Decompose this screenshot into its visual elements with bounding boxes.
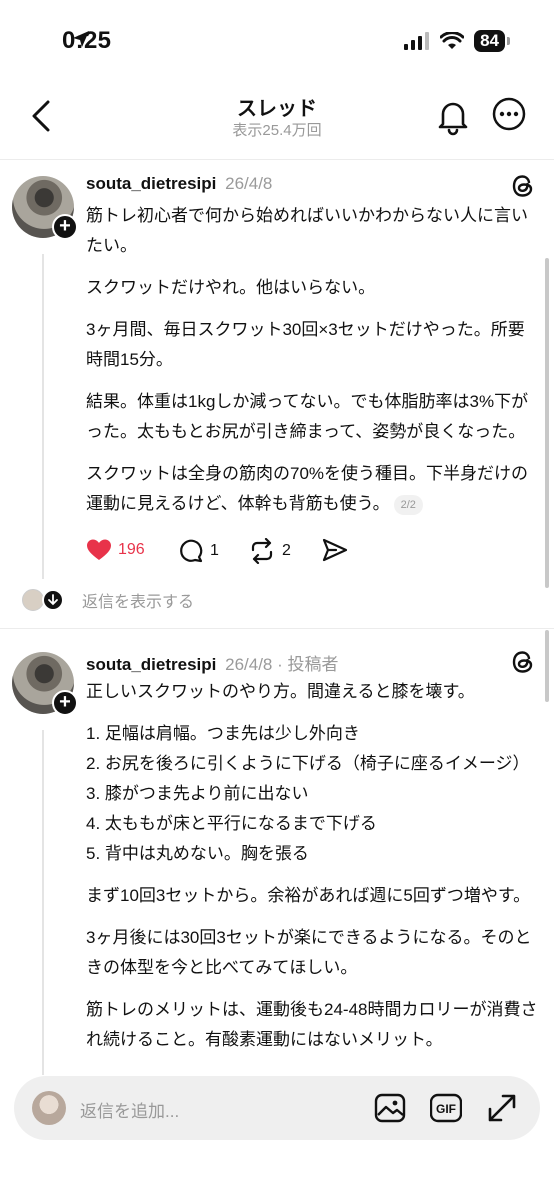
- divider: [0, 628, 554, 629]
- steps-list: 1. 足幅は肩幅。つま先は少し外向き 2. お尻を後ろに引くように下げる（椅子に…: [86, 719, 538, 869]
- avatar[interactable]: +: [12, 652, 78, 716]
- page-indicator-badge: 2/2: [393, 494, 423, 515]
- post-date: 26/4/8: [225, 655, 273, 674]
- post-paragraph-text: スクワットは全身の筋肉の70%を使う種目。下半身だけの運動に見えるけど、体幹も背…: [86, 464, 529, 513]
- status-icons: 84: [73, 30, 510, 52]
- repost-count: 2: [282, 542, 291, 559]
- post-paragraph-last: スクワットは全身の筋肉の70%を使う種目。下半身だけの運動に見えるけど、体幹も背…: [86, 459, 538, 519]
- share-button[interactable]: [322, 538, 348, 562]
- gif-icon[interactable]: GIF: [430, 1092, 462, 1124]
- signal-icon: [404, 32, 430, 50]
- battery-level: 84: [474, 30, 505, 52]
- comment-count: 1: [210, 542, 219, 559]
- post-header: souta_dietresipi 26/4/8: [86, 174, 272, 194]
- image-icon[interactable]: [374, 1092, 406, 1124]
- post-paragraph: スクワットだけやれ。他はいらない。: [86, 278, 376, 297]
- repost-icon: [251, 538, 273, 564]
- more-icon[interactable]: [492, 97, 526, 131]
- post-paragraph: 筋トレのメリットは、運動後も24-48時間カロリーが消費され続けること。有酸素運…: [86, 1000, 538, 1049]
- author-badge: · 投稿者: [277, 655, 339, 674]
- avatar[interactable]: +: [12, 176, 78, 240]
- reply-bar[interactable]: 返信を追加... GIF: [14, 1076, 540, 1140]
- reply-input[interactable]: 返信を追加...: [80, 1097, 179, 1122]
- bell-icon[interactable]: [433, 96, 473, 136]
- svg-text:GIF: GIF: [436, 1102, 456, 1116]
- expand-icon[interactable]: [486, 1092, 518, 1124]
- share-icon: [322, 538, 348, 562]
- avatar: [32, 1091, 66, 1125]
- like-count: 196: [118, 541, 145, 558]
- show-replies-label: 返信を表示する: [82, 594, 195, 611]
- thread-connector-line: [42, 730, 44, 1075]
- post-body: 筋トレ初心者で何から始めればいいかわからない人に言いたい。 スクワットだけやれ。…: [86, 201, 538, 519]
- list-item: 3. 膝がつま先より前に出ない: [86, 784, 309, 803]
- list-item: 4. 太ももが床と平行になるまで下げる: [86, 814, 377, 833]
- like-button[interactable]: 196: [86, 538, 145, 562]
- reply-avatar: [22, 589, 44, 611]
- show-replies[interactable]: 返信を表示する: [22, 588, 194, 612]
- post-actions: 196 1 2: [86, 538, 386, 568]
- comment-button[interactable]: 1: [178, 538, 219, 564]
- list-item: 2. お尻を後ろに引くように下げる（椅子に座るイメージ）: [86, 754, 530, 773]
- scrollbar[interactable]: [545, 258, 549, 588]
- heart-icon: [87, 539, 111, 560]
- threads-logo-icon[interactable]: [510, 173, 536, 199]
- post-paragraph: まず10回3セットから。余裕があれば週に5回ずつ増やす。: [86, 886, 531, 905]
- wifi-icon: [440, 32, 465, 49]
- username[interactable]: souta_dietresipi: [86, 655, 216, 674]
- list-item: 5. 背中は丸めない。胸を張る: [86, 844, 309, 863]
- list-item: 1. 足幅は肩幅。つま先は少し外向き: [86, 724, 360, 743]
- post-paragraph: 3ヶ月間、毎日スクワット30回×3セットだけやった。所要時間15分。: [86, 320, 525, 369]
- post-paragraph: 正しいスクワットのやり方。間違えると膝を壊す。: [86, 682, 475, 701]
- post-body: 正しいスクワットのやり方。間違えると膝を壊す。 1. 足幅は肩幅。つま先は少し外…: [86, 677, 538, 1067]
- post-header: souta_dietresipi 26/4/8 · 投稿者: [86, 650, 339, 675]
- follow-plus-icon[interactable]: +: [52, 690, 78, 716]
- username[interactable]: souta_dietresipi: [86, 174, 216, 193]
- thread-connector-line: [42, 254, 44, 579]
- comment-icon: [180, 539, 203, 563]
- post-paragraph: 筋トレ初心者で何から始めればいいかわからない人に言いたい。: [86, 206, 528, 255]
- nav-header: スレッド 表示25.4万回: [0, 80, 554, 160]
- scrollbar[interactable]: [545, 630, 549, 702]
- post-paragraph: 結果。体重は1kgしか減ってない。でも体脂肪率は3%下がった。太ももとお尻が引き…: [86, 392, 529, 441]
- location-arrow-icon: [73, 31, 90, 47]
- repost-button[interactable]: 2: [248, 538, 291, 564]
- threads-logo-icon[interactable]: [510, 649, 536, 675]
- arrow-down-icon: [42, 589, 64, 611]
- post-date: 26/4/8: [225, 174, 273, 193]
- battery-tip: [507, 37, 510, 45]
- follow-plus-icon[interactable]: +: [52, 214, 78, 240]
- status-bar: 0:25 84: [0, 0, 554, 80]
- post-paragraph: 3ヶ月後には30回3セットが楽にできるようになる。そのときの体型を今と比べてみて…: [86, 928, 532, 977]
